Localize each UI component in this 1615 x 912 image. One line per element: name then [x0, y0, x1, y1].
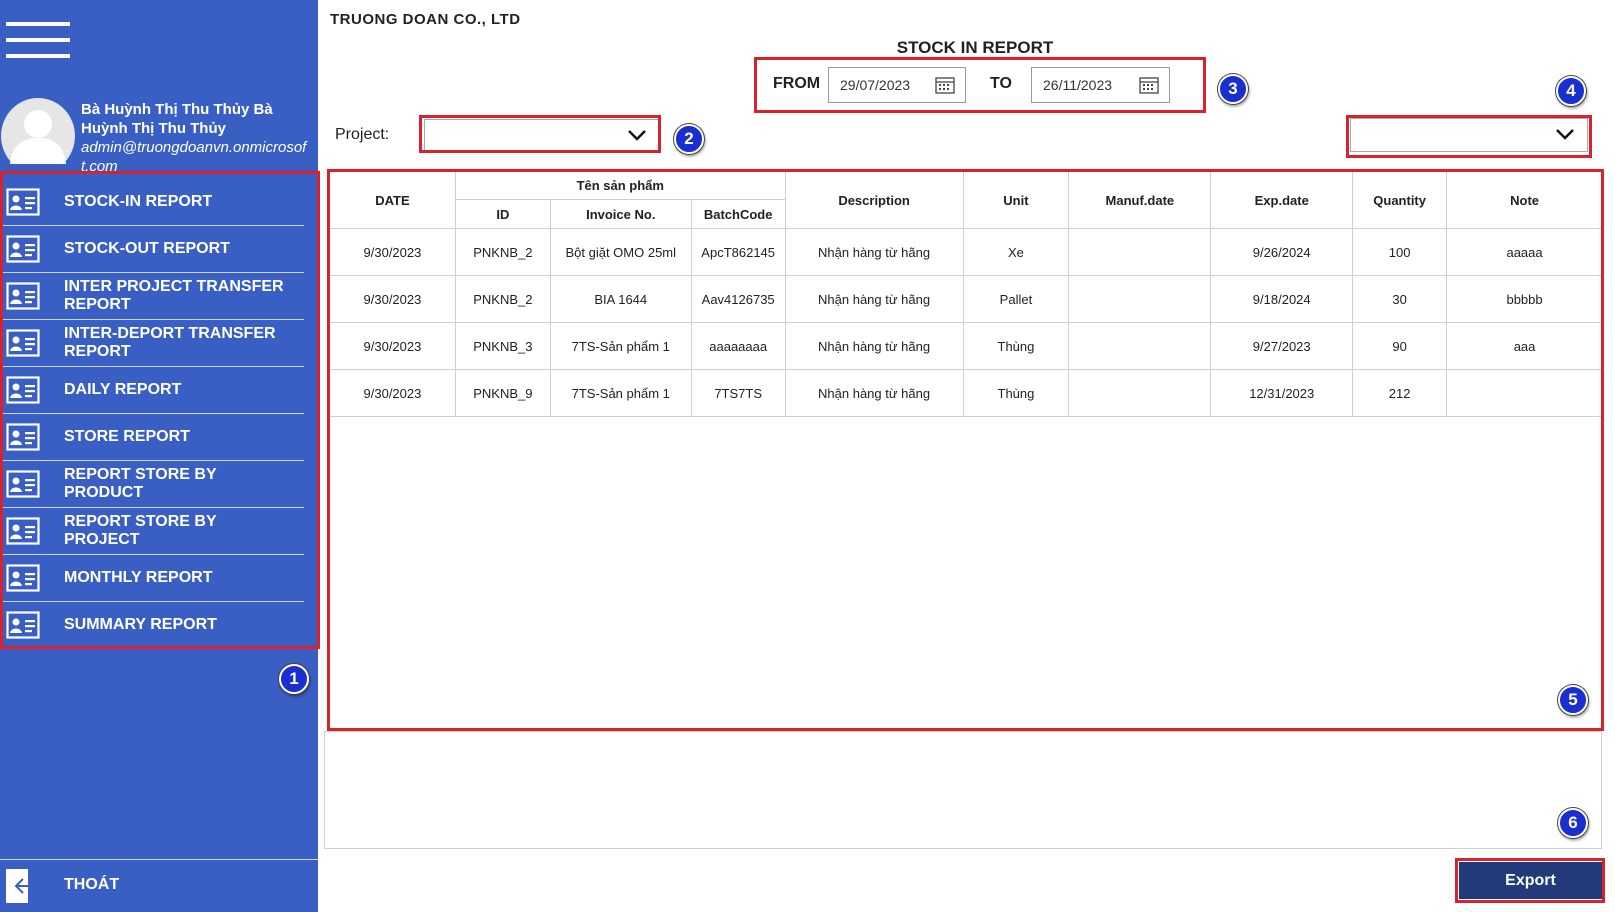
badge-4: 4 [1556, 76, 1586, 106]
exit-button[interactable]: THOÁT [0, 862, 318, 912]
avatar [0, 96, 76, 164]
annotation-box-5 [327, 169, 1604, 731]
badge-5: 5 [1558, 685, 1588, 715]
annotation-box-2 [419, 115, 661, 153]
annotation-box-4 [1346, 115, 1592, 158]
annotation-box-6 [1455, 858, 1605, 903]
annotation-box-3 [754, 57, 1206, 113]
page-title: STOCK IN REPORT [896, 38, 1054, 57]
badge-6: 6 [1558, 808, 1588, 838]
hamburger-menu-icon[interactable] [6, 22, 70, 62]
badge-2: 2 [674, 124, 704, 154]
user-name: Bà Huỳnh Thị Thu Thủy Bà Huỳnh Thị Thu T… [81, 101, 273, 137]
badge-1: 1 [279, 664, 309, 694]
exit-label: THOÁT [64, 876, 120, 893]
annotation-box-1 [0, 171, 320, 649]
company-name: TRUONG DOAN CO., LTD [330, 11, 521, 28]
badge-3: 3 [1218, 74, 1248, 104]
arrow-left-icon [14, 878, 36, 894]
lower-panel [324, 731, 1602, 849]
project-label: Project: [335, 126, 390, 143]
divider [0, 859, 318, 860]
